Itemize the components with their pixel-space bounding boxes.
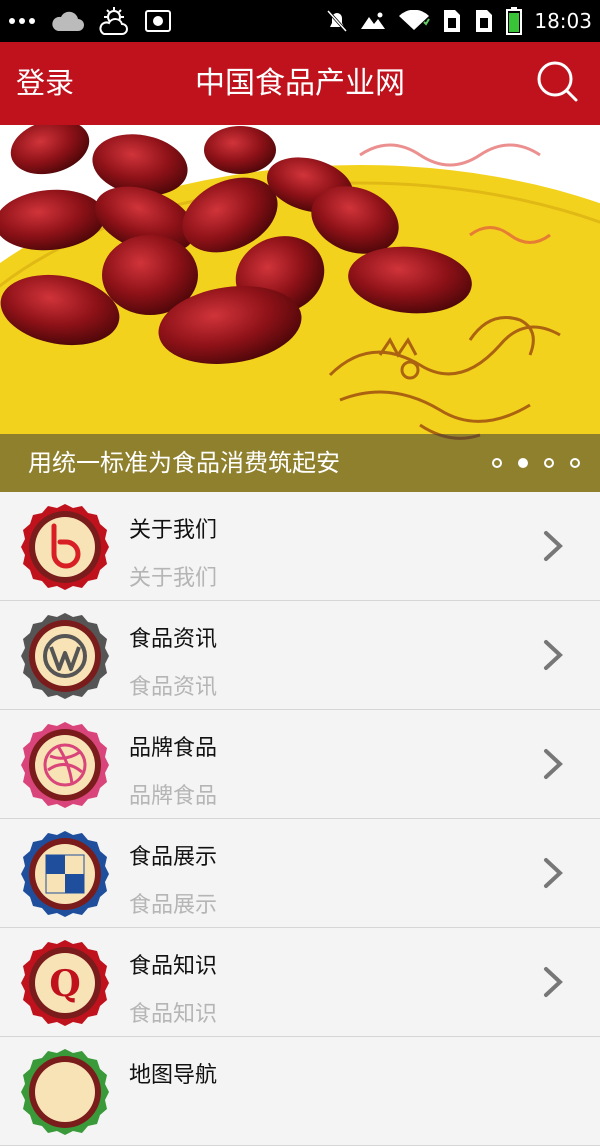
sim1-icon <box>444 10 461 32</box>
cloud-icon <box>52 11 84 31</box>
list-item-subtitle: 食品知识 <box>129 1002 218 1027</box>
sim2-icon <box>476 10 493 32</box>
quora-icon: Q <box>21 940 109 1026</box>
delicious-icon <box>21 831 109 917</box>
carousel-dot[interactable] <box>570 458 580 468</box>
mute-icon <box>327 9 348 33</box>
photo-icon <box>361 12 386 29</box>
banner-carousel[interactable]: 用统一标准为食品消费筑起安 <box>0 125 600 492</box>
weather-sun-cloud-icon <box>99 7 128 35</box>
status-right: 18:03 <box>326 0 592 42</box>
list-item-map[interactable]: 地图导航 <box>0 1037 600 1146</box>
wifi-icon <box>399 10 431 30</box>
b-logo-icon <box>21 504 109 590</box>
menu-list: 关于我们 关于我们 食品资讯 食品资讯 品牌食品 品牌食品 食品展示 食品展示 … <box>0 492 600 1146</box>
status-bar: 18:03 <box>0 0 600 42</box>
chevron-right-icon <box>544 858 563 888</box>
screenshot-icon <box>145 10 171 32</box>
wordpress-icon <box>21 613 109 699</box>
chevron-right-icon <box>544 531 563 561</box>
svg-text:Q: Q <box>49 963 80 1005</box>
carousel-dot[interactable] <box>492 458 502 468</box>
page-title: 中国食品产业网 <box>195 66 405 101</box>
carousel-dot-active[interactable] <box>518 458 528 468</box>
list-item-showcase[interactable]: 食品展示 食品展示 <box>0 819 600 928</box>
list-item-title: 关于我们 <box>129 518 218 543</box>
list-item-brand[interactable]: 品牌食品 品牌食品 <box>0 710 600 819</box>
list-item-subtitle: 食品资讯 <box>129 675 218 700</box>
banner-caption: 用统一标准为食品消费筑起安 <box>28 449 340 477</box>
search-icon[interactable] <box>536 60 582 106</box>
dribbble-icon <box>21 722 109 808</box>
list-item-subtitle: 关于我们 <box>129 566 218 591</box>
more-icon <box>9 18 35 24</box>
list-item-knowledge[interactable]: Q 食品知识 食品知识 <box>0 928 600 1037</box>
chevron-right-icon <box>544 640 563 670</box>
battery-icon <box>506 7 523 35</box>
login-button[interactable]: 登录 <box>16 42 74 125</box>
chevron-right-icon <box>544 967 563 997</box>
list-item-title: 食品资讯 <box>129 627 218 652</box>
list-item-about[interactable]: 关于我们 关于我们 <box>0 492 600 601</box>
app-header: 登录 中国食品产业网 <box>0 42 600 125</box>
banner-caption-bar: 用统一标准为食品消费筑起安 <box>0 434 600 492</box>
list-item-title: 地图导航 <box>129 1063 218 1088</box>
status-left <box>8 0 172 42</box>
list-item-title: 品牌食品 <box>129 736 218 761</box>
chevron-right-icon <box>544 749 563 779</box>
status-time: 18:03 <box>534 9 592 33</box>
list-item-subtitle: 食品展示 <box>129 893 218 918</box>
carousel-dots <box>492 434 580 492</box>
list-item-subtitle: 品牌食品 <box>129 784 218 809</box>
list-item-title: 食品展示 <box>129 845 218 870</box>
carousel-dot[interactable] <box>544 458 554 468</box>
map-icon <box>21 1049 109 1135</box>
list-item-news[interactable]: 食品资讯 食品资讯 <box>0 601 600 710</box>
list-item-title: 食品知识 <box>129 954 218 979</box>
